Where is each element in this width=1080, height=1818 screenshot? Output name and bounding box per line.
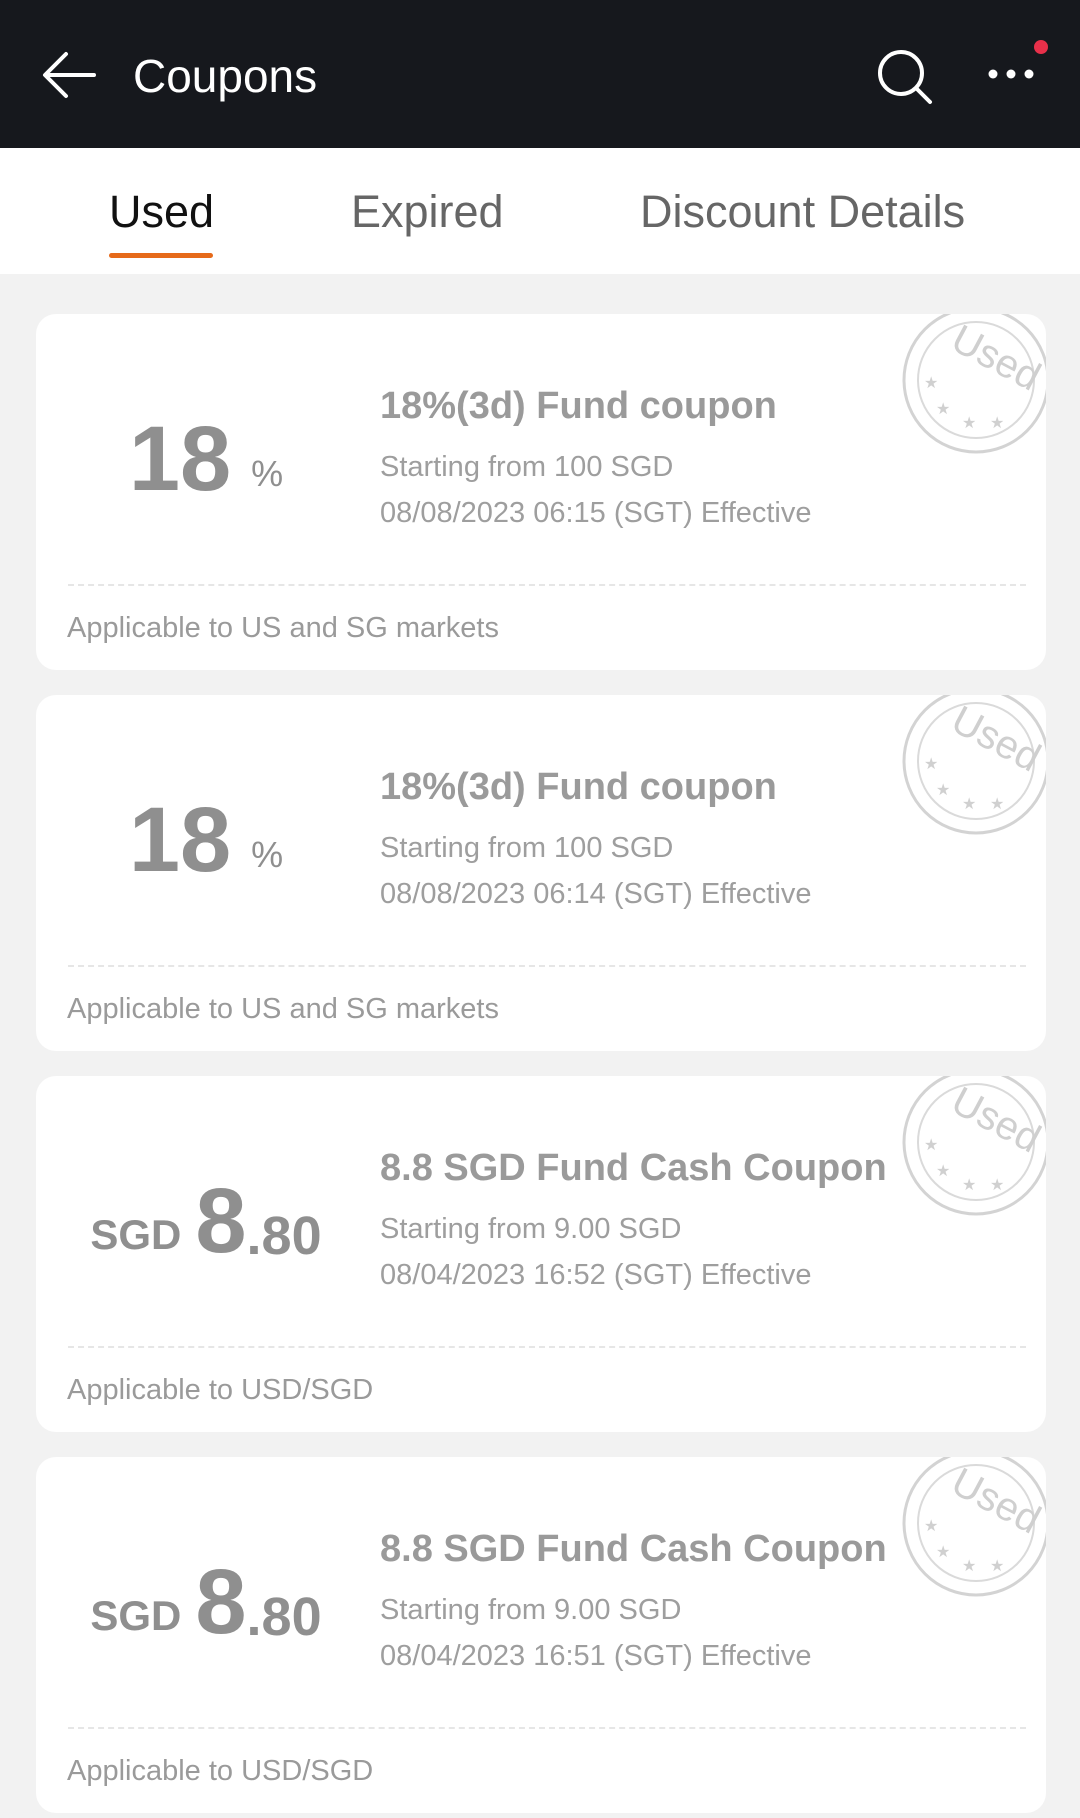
svg-text:★: ★ xyxy=(990,1558,1004,1575)
stamp-text: Used xyxy=(944,1460,1046,1543)
svg-text:★: ★ xyxy=(962,415,976,432)
coupon-value-decimal: .80 xyxy=(246,1587,322,1647)
coupon-value-number: 18 xyxy=(128,408,232,510)
top-app-bar: Coupons xyxy=(0,0,1080,148)
coupon-min-spend: Starting from 9.00 SGD xyxy=(380,1594,682,1626)
coupon-card[interactable]: 18 % 18%(3d) Fund coupon Starting from 1… xyxy=(36,695,1046,1051)
used-stamp-icon: Used ★ ★ ★ ★ xyxy=(902,695,1046,835)
stamp-text: Used xyxy=(944,317,1046,400)
coupon-value: SGD 8 .80 xyxy=(36,1076,376,1366)
back-button[interactable] xyxy=(36,44,102,106)
search-button[interactable] xyxy=(872,44,938,110)
svg-text:★: ★ xyxy=(962,1177,976,1194)
coupon-scope: Applicable to US and SG markets xyxy=(67,612,499,644)
dashed-divider xyxy=(68,1727,1026,1729)
more-options-button[interactable] xyxy=(978,40,1058,110)
coupon-info: 18%(3d) Fund coupon Starting from 100 SG… xyxy=(380,763,812,917)
arrow-left-icon xyxy=(43,52,96,98)
coupon-card[interactable]: 18 % 18%(3d) Fund coupon Starting from 1… xyxy=(36,314,1046,670)
coupon-value-decimal: .80 xyxy=(246,1206,322,1266)
coupon-effective-date: 08/04/2023 16:51 (SGT) Effective xyxy=(380,1640,812,1672)
coupon-currency: SGD xyxy=(90,1211,182,1258)
svg-text:★: ★ xyxy=(936,1163,950,1180)
stamp-text: Used xyxy=(944,698,1046,781)
coupon-value: 18 % xyxy=(36,314,376,604)
svg-text:★: ★ xyxy=(924,375,938,392)
tab-discount-details[interactable]: Discount Details xyxy=(640,184,965,240)
coupon-value-unit: % xyxy=(251,834,284,875)
used-stamp-icon: Used ★ ★ ★ ★ xyxy=(902,1076,1046,1216)
coupon-name: 18%(3d) Fund coupon xyxy=(380,385,777,427)
coupon-name: 18%(3d) Fund coupon xyxy=(380,766,777,808)
notification-dot xyxy=(1034,40,1048,54)
coupon-info: 8.8 SGD Fund Cash Coupon Starting from 9… xyxy=(380,1144,887,1298)
coupon-scope: Applicable to US and SG markets xyxy=(67,993,499,1025)
tab-used[interactable]: Used xyxy=(109,184,214,240)
coupon-name: 8.8 SGD Fund Cash Coupon xyxy=(380,1147,887,1189)
coupon-effective-date: 08/04/2023 16:52 (SGT) Effective xyxy=(380,1259,812,1291)
coupon-min-spend: Starting from 9.00 SGD xyxy=(380,1213,682,1245)
svg-text:★: ★ xyxy=(924,756,938,773)
coupon-info: 8.8 SGD Fund Cash Coupon Starting from 9… xyxy=(380,1525,887,1679)
coupon-name: 8.8 SGD Fund Cash Coupon xyxy=(380,1528,887,1570)
stamp-text: Used xyxy=(944,1079,1046,1162)
svg-text:★: ★ xyxy=(990,415,1004,432)
coupon-card[interactable]: SGD 8 .80 8.8 SGD Fund Cash Coupon Start… xyxy=(36,1457,1046,1813)
dashed-divider xyxy=(68,1346,1026,1348)
coupon-min-spend: Starting from 100 SGD xyxy=(380,451,674,483)
svg-text:★: ★ xyxy=(936,401,950,418)
coupon-value-unit: % xyxy=(251,453,284,494)
svg-text:★: ★ xyxy=(962,796,976,813)
svg-text:★: ★ xyxy=(936,782,950,799)
coupon-value: 18 % xyxy=(36,695,376,985)
coupon-scope: Applicable to USD/SGD xyxy=(67,1374,374,1406)
coupon-info: 18%(3d) Fund coupon Starting from 100 SG… xyxy=(380,382,812,536)
coupon-min-spend: Starting from 100 SGD xyxy=(380,832,674,864)
svg-text:★: ★ xyxy=(990,796,1004,813)
coupon-effective-date: 08/08/2023 06:15 (SGT) Effective xyxy=(380,497,812,529)
svg-text:★: ★ xyxy=(936,1544,950,1561)
coupon-value: SGD 8 .80 xyxy=(36,1457,376,1747)
used-stamp-icon: Used ★ ★ ★ ★ xyxy=(902,314,1046,454)
active-tab-indicator xyxy=(109,253,213,258)
used-stamp-icon: Used ★ ★ ★ ★ xyxy=(902,1457,1046,1597)
coupon-scope: Applicable to USD/SGD xyxy=(67,1755,374,1787)
svg-text:★: ★ xyxy=(962,1558,976,1575)
coupon-currency: SGD xyxy=(90,1592,182,1639)
tab-expired[interactable]: Expired xyxy=(351,184,504,240)
coupon-card[interactable]: SGD 8 .80 8.8 SGD Fund Cash Coupon Start… xyxy=(36,1076,1046,1432)
page-title: Coupons xyxy=(133,50,318,102)
svg-text:★: ★ xyxy=(924,1518,938,1535)
dashed-divider xyxy=(68,584,1026,586)
svg-text:★: ★ xyxy=(924,1137,938,1154)
dashed-divider xyxy=(68,965,1026,967)
svg-text:★: ★ xyxy=(990,1177,1004,1194)
coupon-effective-date: 08/08/2023 06:14 (SGT) Effective xyxy=(380,878,812,910)
coupon-value-number: 8 xyxy=(195,1170,247,1272)
coupon-value-number: 18 xyxy=(128,789,232,891)
tab-bar: Used Expired Discount Details xyxy=(0,148,1080,274)
search-icon xyxy=(878,50,932,104)
coupon-value-number: 8 xyxy=(195,1551,247,1653)
